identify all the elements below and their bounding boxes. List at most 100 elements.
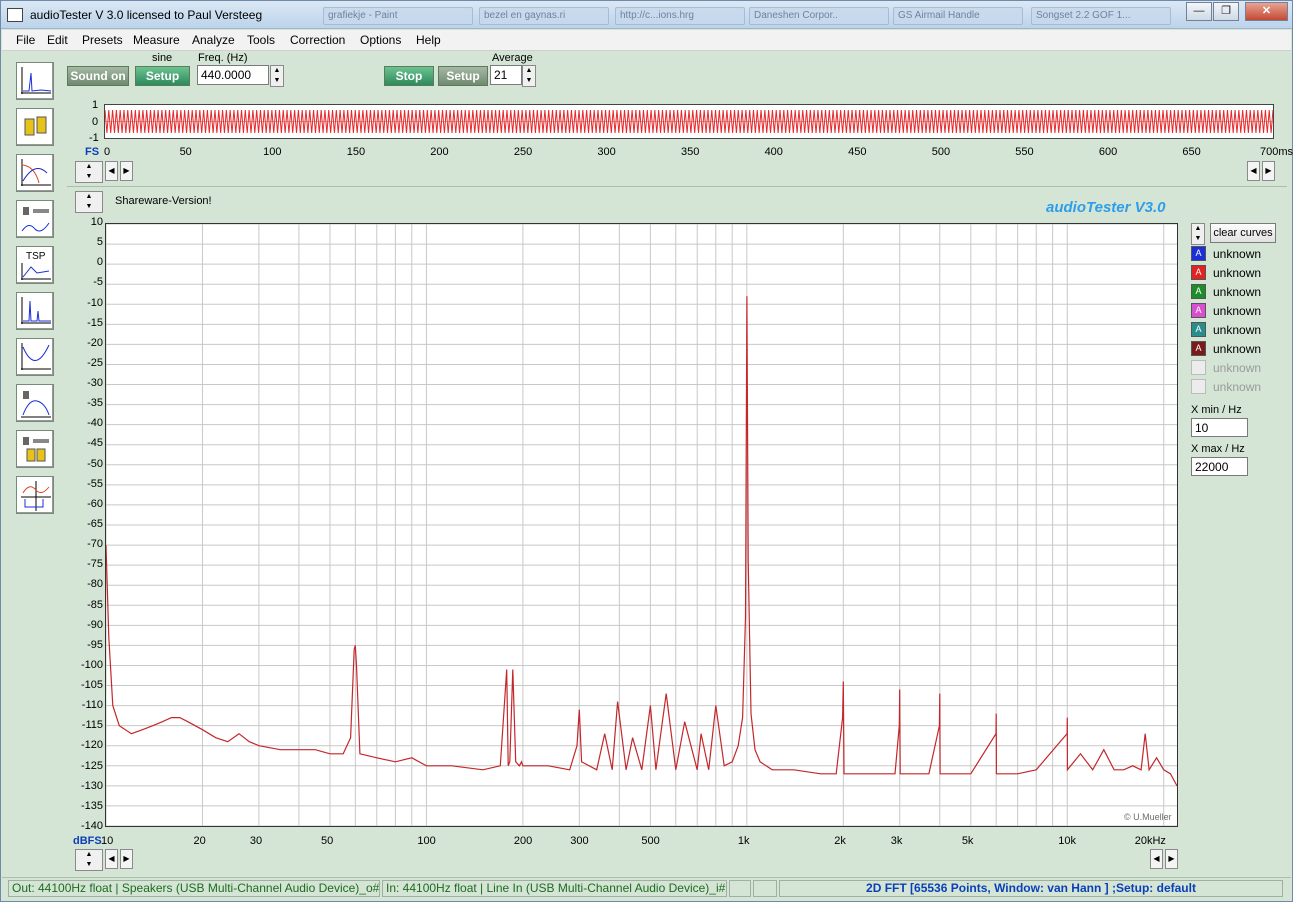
fft-y-tick: 10 xyxy=(90,216,103,228)
fft-y-tick: -15 xyxy=(87,316,103,329)
average-input[interactable]: 21 xyxy=(490,65,522,85)
fft-y-tick: -20 xyxy=(87,336,103,349)
scope-x-tick: 200 xyxy=(430,146,449,158)
average-spinner[interactable]: ▲ ▼ xyxy=(522,65,536,87)
fft-x-tick: 5k xyxy=(961,835,974,847)
menu-correction[interactable]: Correction xyxy=(290,33,345,47)
step-response-icon xyxy=(21,481,51,511)
sound-on-button[interactable]: Sound on xyxy=(67,66,129,86)
fft-y-tick: -60 xyxy=(87,497,103,510)
curve-color-swatch[interactable]: A xyxy=(1191,246,1206,261)
fft-chart xyxy=(105,223,1178,827)
tool-mic-headphones[interactable] xyxy=(16,430,54,468)
separator xyxy=(67,186,1287,187)
menu-presets[interactable]: Presets xyxy=(82,33,123,47)
fft-pan-right[interactable]: ▶ xyxy=(1165,849,1178,869)
close-button[interactable]: ✕ xyxy=(1245,2,1288,21)
xmin-input[interactable]: 10 xyxy=(1191,418,1248,437)
menu-help[interactable]: Help xyxy=(416,33,441,47)
curve-color-swatch[interactable]: A xyxy=(1191,303,1206,318)
minimize-button[interactable]: — xyxy=(1186,2,1212,21)
curve-color-swatch[interactable]: A xyxy=(1191,265,1206,280)
tool-filter[interactable] xyxy=(16,338,54,376)
status-empty-2 xyxy=(753,880,777,897)
fft-x-tick: 10k xyxy=(1058,835,1077,847)
tool-step-response[interactable] xyxy=(16,476,54,514)
tool-tsp[interactable]: TSP xyxy=(16,246,54,284)
fft-x-tick: 20 xyxy=(193,835,206,847)
fft-y-tick: -75 xyxy=(87,558,103,571)
fft-y-tick: -110 xyxy=(81,699,103,712)
fft-y-tick: -80 xyxy=(87,578,103,591)
scope-zoom-spinner[interactable]: ▲ ▼ xyxy=(75,161,103,183)
scope-y-tick: -1 xyxy=(89,132,99,144)
menu-tools[interactable]: Tools xyxy=(247,33,275,47)
shareware-notice: Shareware-Version! xyxy=(115,195,212,207)
clear-curves-button[interactable]: clear curves xyxy=(1210,223,1276,243)
tool-frequency-response[interactable] xyxy=(16,154,54,192)
speaker-impedance-icon xyxy=(21,207,50,232)
taskbar-ghost-tab: bezel en gaynas.ri xyxy=(479,7,609,25)
distortion-icon xyxy=(21,297,51,324)
scope-x-tick: 250 xyxy=(513,146,533,158)
scope-x-tick: 700ms xyxy=(1260,146,1293,158)
menu-options[interactable]: Options xyxy=(360,33,401,47)
speaker-response-icon xyxy=(21,391,51,418)
fft-unit-label: dBFS xyxy=(73,835,102,847)
fft-scroll-right[interactable]: ▶ xyxy=(120,849,133,869)
fft-pan-left[interactable]: ◀ xyxy=(1150,849,1163,869)
scope-x-tick: 500 xyxy=(931,146,951,158)
scope-x-tick: 100 xyxy=(263,146,282,158)
tool-distortion[interactable] xyxy=(16,292,54,330)
tool-impedance[interactable] xyxy=(16,200,54,238)
generator-setup-button[interactable]: Setup xyxy=(135,66,190,86)
scope-x-tick: 600 xyxy=(1098,146,1118,158)
legend-spinner[interactable]: ▲ ▼ xyxy=(1191,223,1205,245)
scope-pan-right[interactable]: ▶ xyxy=(1262,161,1275,181)
fft-x-tick: 2k xyxy=(834,835,846,847)
curve-color-swatch[interactable]: A xyxy=(1191,341,1206,356)
tool-headphones[interactable] xyxy=(16,108,54,146)
status-output-device: Out: 44100Hz float | Speakers (USB Multi… xyxy=(8,880,380,897)
maximize-button[interactable]: ❐ xyxy=(1213,2,1239,21)
fft-x-tick: 1k xyxy=(737,835,750,847)
menu-analyze[interactable]: Analyze xyxy=(192,33,235,47)
tsp-icon: TSP xyxy=(21,251,51,280)
stop-button[interactable]: Stop xyxy=(384,66,434,86)
menu-edit[interactable]: Edit xyxy=(47,33,68,47)
mic-headphones-icon xyxy=(23,437,49,462)
fft-scroll-left[interactable]: ◀ xyxy=(105,849,118,869)
fft-y-tick: -105 xyxy=(80,679,103,692)
scope-scroll-right[interactable]: ▶ xyxy=(120,161,133,181)
fft-y-tick: -135 xyxy=(80,799,103,812)
scope-x-tick: 50 xyxy=(179,146,192,158)
scope-x-tick: 150 xyxy=(346,146,366,158)
curve-color-swatch[interactable]: A xyxy=(1191,322,1206,337)
frequency-input[interactable]: 440.0000 xyxy=(197,65,269,85)
legend-label: unknown xyxy=(1213,342,1262,356)
xmax-input[interactable]: 22000 xyxy=(1191,457,1248,476)
curve-color-swatch[interactable] xyxy=(1191,379,1206,394)
fft-y-zoom-spinner[interactable]: ▲ ▼ xyxy=(75,191,103,213)
scope-scroll-left[interactable]: ◀ xyxy=(105,161,118,181)
taskbar-ghost-tab: Songset 2.2 GOF 1... xyxy=(1031,7,1171,25)
fft-y-tick: -65 xyxy=(87,518,103,530)
scope-pan-left[interactable]: ◀ xyxy=(1247,161,1260,181)
xmax-label: X max / Hz xyxy=(1191,443,1245,455)
tool-fft-spectrum[interactable] xyxy=(16,62,54,100)
menu-file[interactable]: File xyxy=(16,33,35,47)
xmin-label: X min / Hz xyxy=(1191,404,1242,416)
menu-bar: File Edit Presets Measure Analyze Tools … xyxy=(2,30,1291,51)
menu-measure[interactable]: Measure xyxy=(133,33,180,47)
fft-x-zoom-spinner[interactable]: ▲ ▼ xyxy=(75,849,103,871)
freq-label: Freq. (Hz) xyxy=(198,52,248,64)
curve-color-swatch[interactable]: A xyxy=(1191,284,1206,299)
curve-color-swatch[interactable] xyxy=(1191,360,1206,375)
fft-y-tick: -140 xyxy=(80,820,103,832)
fft-y-tick: -30 xyxy=(87,377,103,390)
fft-y-tick: -55 xyxy=(87,477,103,490)
fft-y-tick: -5 xyxy=(93,276,103,289)
frequency-spinner[interactable]: ▲ ▼ xyxy=(270,65,284,87)
analyzer-setup-button[interactable]: Setup xyxy=(438,66,488,86)
tool-speaker-response[interactable] xyxy=(16,384,54,422)
